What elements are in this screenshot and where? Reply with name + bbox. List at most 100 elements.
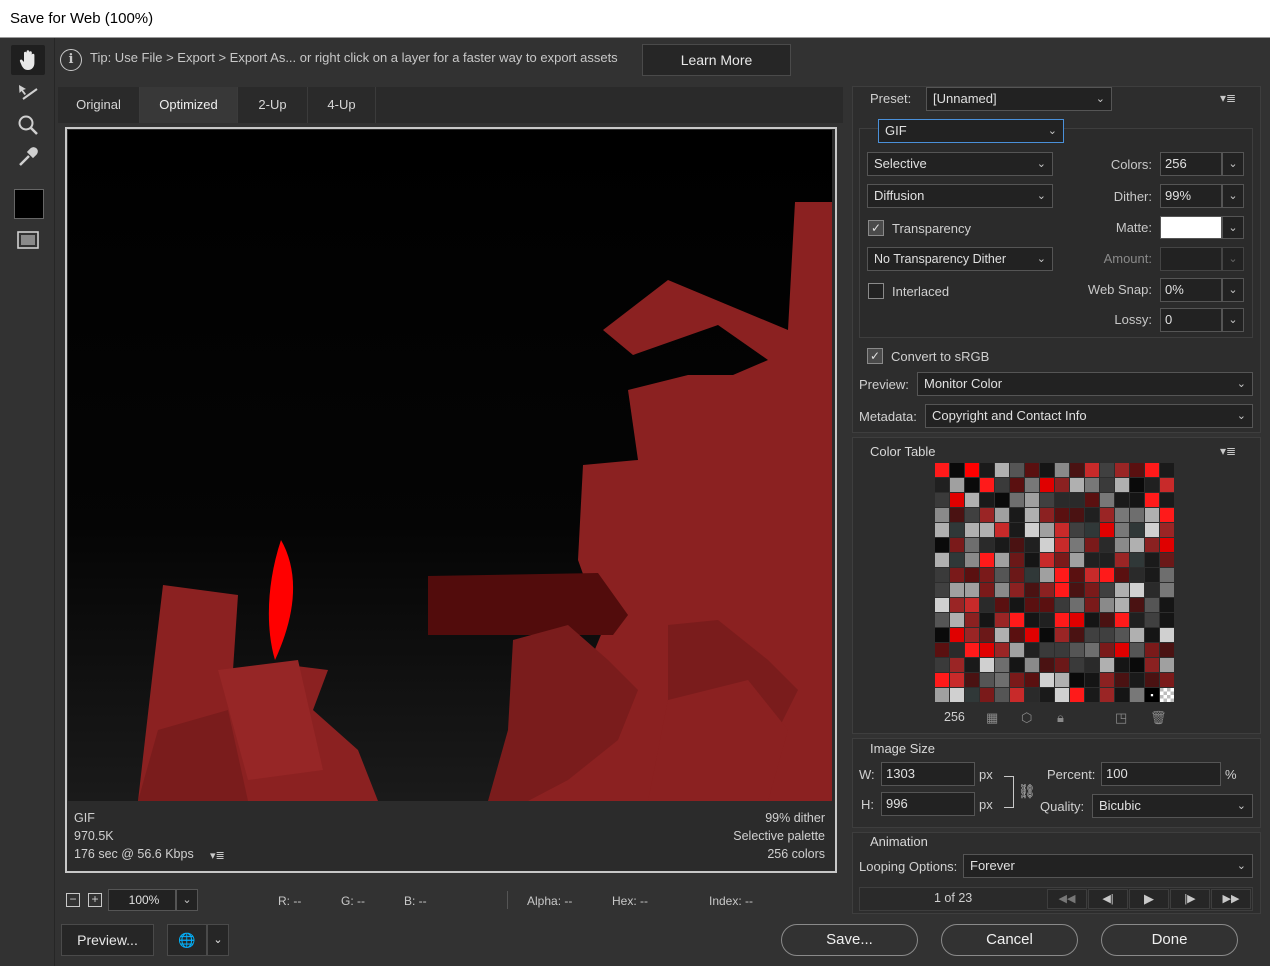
color-swatch[interactable] (1040, 643, 1054, 657)
preview-color-dropdown[interactable]: Monitor Color ⌄ (917, 372, 1253, 396)
color-swatch[interactable] (980, 493, 994, 507)
browser-globe-icon[interactable]: 🌐 (167, 924, 207, 956)
color-swatch[interactable] (995, 478, 1009, 492)
color-swatch[interactable] (1010, 553, 1024, 567)
color-swatch[interactable] (1160, 568, 1174, 582)
color-swatch[interactable] (1100, 523, 1114, 537)
color-swatch[interactable] (1100, 538, 1114, 552)
color-swatch[interactable] (1070, 493, 1084, 507)
color-swatch[interactable] (995, 598, 1009, 612)
color-swatch[interactable] (950, 463, 964, 477)
metadata-dropdown[interactable]: Copyright and Contact Info ⌄ (925, 404, 1253, 428)
color-swatch[interactable] (965, 688, 979, 702)
color-swatch[interactable] (965, 478, 979, 492)
color-swatch[interactable] (1070, 598, 1084, 612)
color-swatch[interactable] (1145, 598, 1159, 612)
color-swatch[interactable] (1055, 523, 1069, 537)
color-swatch[interactable] (1145, 478, 1159, 492)
color-swatch[interactable] (995, 628, 1009, 642)
color-swatch[interactable] (1010, 583, 1024, 597)
color-swatch[interactable] (1010, 673, 1024, 687)
color-swatch[interactable] (1100, 508, 1114, 522)
color-table-grid[interactable]: ▪ (935, 463, 1177, 705)
color-swatch[interactable] (1070, 583, 1084, 597)
percent-field[interactable]: 100 (1101, 762, 1221, 786)
hand-tool-icon[interactable] (11, 45, 45, 75)
color-swatch[interactable] (1085, 598, 1099, 612)
color-swatch[interactable] (1025, 493, 1039, 507)
colors-dropdown-icon[interactable]: ⌄ (1222, 152, 1244, 176)
color-swatch[interactable] (1040, 673, 1054, 687)
color-swatch[interactable] (1055, 493, 1069, 507)
color-swatch[interactable] (965, 463, 979, 477)
color-swatch[interactable] (1145, 538, 1159, 552)
color-swatch[interactable] (1040, 538, 1054, 552)
dither-field[interactable]: 99% (1160, 184, 1222, 208)
color-swatch[interactable] (1145, 628, 1159, 642)
play-icon[interactable]: ▶ (1129, 889, 1169, 909)
color-swatch[interactable] (950, 598, 964, 612)
color-swatch[interactable] (1130, 553, 1144, 567)
zoom-dropdown-icon[interactable]: ⌄ (176, 889, 198, 911)
color-swatch[interactable] (1160, 643, 1174, 657)
color-swatch[interactable] (1010, 463, 1024, 477)
color-swatch[interactable] (950, 538, 964, 552)
new-color-icon[interactable]: ◳ (1115, 710, 1127, 726)
color-swatch[interactable] (1130, 463, 1144, 477)
looping-dropdown[interactable]: Forever ⌄ (963, 854, 1253, 878)
color-swatch[interactable] (1100, 658, 1114, 672)
color-swatch[interactable] (1010, 688, 1024, 702)
next-frame-icon[interactable]: |▶ (1170, 889, 1210, 909)
file-format-dropdown[interactable]: GIF ⌄ (878, 119, 1064, 143)
color-swatch[interactable] (935, 583, 949, 597)
color-swatch[interactable] (1130, 538, 1144, 552)
color-swatch[interactable] (950, 478, 964, 492)
color-swatch[interactable] (1145, 463, 1159, 477)
color-swatch[interactable] (1130, 598, 1144, 612)
color-swatch[interactable] (980, 688, 994, 702)
lock-color-icon[interactable]: 🔒︎ (1057, 710, 1064, 726)
color-swatch[interactable] (1145, 523, 1159, 537)
color-swatch[interactable] (1070, 688, 1084, 702)
color-swatch[interactable] (1070, 673, 1084, 687)
color-swatch[interactable] (1160, 613, 1174, 627)
color-swatch[interactable] (1130, 583, 1144, 597)
color-swatch[interactable] (965, 628, 979, 642)
color-swatch[interactable] (965, 658, 979, 672)
color-swatch[interactable] (980, 613, 994, 627)
cancel-button[interactable]: Cancel (941, 924, 1078, 956)
tab-4-up[interactable]: 4-Up (308, 87, 376, 123)
color-swatch[interactable] (1100, 493, 1114, 507)
color-swatch[interactable] (1160, 508, 1174, 522)
color-swatch[interactable] (995, 463, 1009, 477)
color-swatch[interactable] (1100, 583, 1114, 597)
color-swatch[interactable] (950, 568, 964, 582)
color-swatch[interactable] (1160, 523, 1174, 537)
color-swatch[interactable] (950, 583, 964, 597)
web-shift-cube-icon[interactable]: ⬡ (1021, 710, 1032, 726)
color-swatch[interactable] (1055, 688, 1069, 702)
color-swatch[interactable] (1085, 628, 1099, 642)
color-swatch[interactable] (1145, 493, 1159, 507)
color-swatch[interactable] (1055, 598, 1069, 612)
color-swatch[interactable] (1070, 658, 1084, 672)
color-swatch[interactable] (1040, 583, 1054, 597)
colors-field[interactable]: 256 (1160, 152, 1222, 176)
color-swatch[interactable] (1130, 613, 1144, 627)
color-swatch[interactable] (1115, 568, 1129, 582)
color-swatch[interactable] (1085, 493, 1099, 507)
color-swatch[interactable] (1040, 598, 1054, 612)
color-swatch[interactable] (1040, 688, 1054, 702)
color-swatch[interactable] (1160, 463, 1174, 477)
color-swatch[interactable] (1055, 568, 1069, 582)
color-swatch[interactable] (1160, 583, 1174, 597)
map-transparency-icon[interactable]: ▦ (986, 710, 998, 726)
color-swatch[interactable] (950, 523, 964, 537)
tab-optimized[interactable]: Optimized (140, 87, 238, 123)
color-swatch[interactable] (1025, 628, 1039, 642)
save-button[interactable]: Save... (781, 924, 918, 956)
color-swatch[interactable] (1100, 478, 1114, 492)
learn-more-button[interactable]: Learn More (642, 44, 791, 76)
color-swatch[interactable] (995, 613, 1009, 627)
download-rate-menu-icon[interactable]: ▾≣ (210, 849, 225, 862)
